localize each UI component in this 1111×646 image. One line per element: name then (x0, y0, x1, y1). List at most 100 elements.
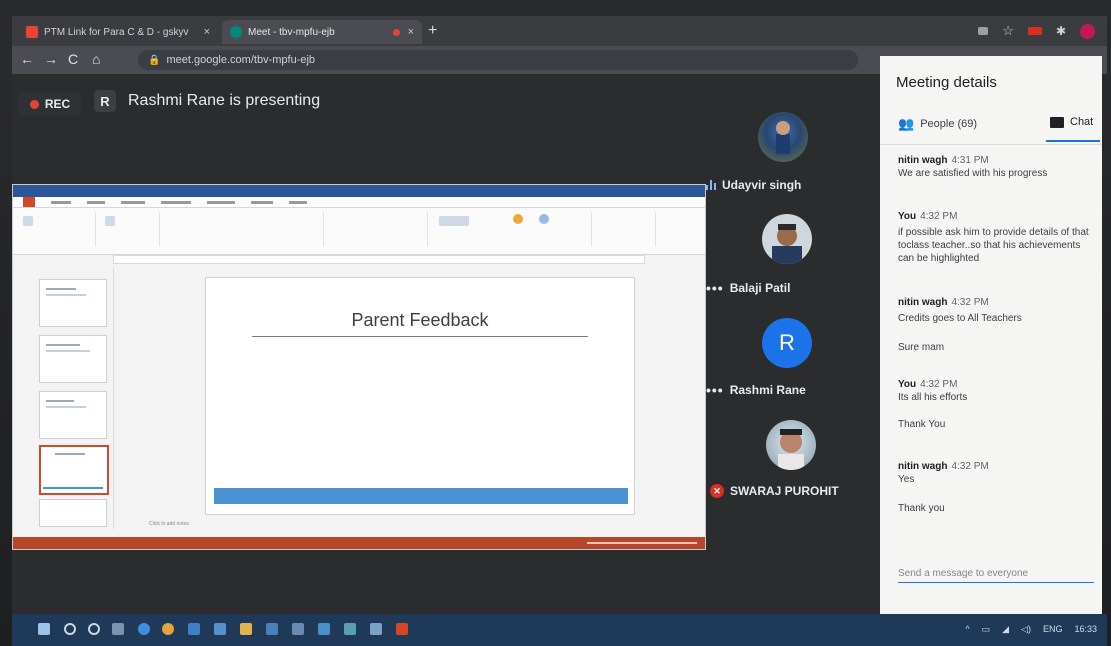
participant-name: Udayvir singh (722, 178, 802, 192)
ribbon-group (327, 212, 428, 246)
profile-avatar[interactable] (1080, 23, 1095, 39)
ppt-ribbon (13, 208, 705, 255)
person-photo-icon (772, 224, 802, 264)
tab-chat[interactable]: Chat (1050, 116, 1093, 128)
slide-thumbnail (39, 391, 107, 439)
chat-compose-input[interactable]: Send a message to everyone (898, 564, 1094, 583)
speaking-indicator-icon (706, 180, 716, 190)
home-icon[interactable]: ⌂ (92, 51, 100, 67)
tab-meet[interactable]: Meet - tbv-mpfu-ejb × (222, 20, 422, 44)
message-text: Credits goes to All Teachers (898, 313, 1022, 324)
back-icon[interactable]: ← (20, 51, 34, 67)
more-options-icon[interactable]: ••• (706, 280, 724, 296)
participant-name-balaji: ••• Balaji Patil (706, 280, 790, 296)
star-icon[interactable]: ☆ (1002, 23, 1014, 39)
message-text: We are satisfied with his progress (898, 168, 1048, 179)
file-explorer-icon[interactable] (240, 623, 252, 635)
chat-message: nitin wagh 4:32 PM Credits goes to All Te… (898, 296, 1096, 354)
chat-label: Chat (1070, 116, 1094, 128)
edge-icon[interactable] (138, 623, 150, 635)
slide-title-underline (252, 336, 588, 337)
browser-tab-strip: PTM Link for Para C & D - gskyv × Meet -… (12, 16, 1107, 46)
ppt-file-tab (23, 197, 35, 207)
rec-label: REC (44, 97, 71, 111)
language-indicator[interactable]: ENG (1043, 624, 1063, 635)
url-field[interactable]: 🔒 meet.google.com/tbv-mpfu-ejb (138, 50, 858, 70)
camera-icon[interactable] (978, 27, 989, 35)
message-text: Sure mam (898, 342, 945, 353)
screen-photo: PTM Link for Para C & D - gskyv × Meet -… (0, 0, 1111, 646)
windows-taskbar: ^ ▭ ◢ ◁) ENG 16:33 (12, 614, 1107, 646)
app-icon[interactable] (370, 623, 382, 635)
extension-icon[interactable] (1027, 27, 1042, 35)
tab-people[interactable]: 👥 People (69) (898, 116, 977, 132)
message-text: Its all his efforts (898, 392, 968, 403)
active-tab-indicator (1046, 140, 1100, 142)
message-time: 4:32 PM (920, 211, 958, 222)
panel-title: Meeting details (896, 74, 997, 91)
slide-thumbnail (39, 499, 107, 527)
ribbon-button (105, 216, 115, 226)
new-tab-icon[interactable]: + (428, 22, 437, 40)
clock[interactable]: 16:33 (1074, 624, 1097, 635)
participant-name-udayvir: Udayvir singh (706, 178, 801, 192)
divider (880, 144, 1102, 145)
mail-icon[interactable] (188, 623, 200, 635)
message-time: 4:32 PM (951, 461, 989, 472)
task-view-icon[interactable] (112, 623, 124, 635)
system-tray: ^ ▭ ◢ ◁) ENG 16:33 (965, 624, 1097, 635)
battery-icon[interactable]: ▭ (982, 624, 991, 635)
person-photo-icon (776, 121, 790, 154)
chrome-icon[interactable] (162, 623, 174, 635)
ppt-ribbon-tabs (13, 197, 705, 208)
tab-label: PTM Link for Para C & D - gskyv (43, 26, 189, 38)
app-icon[interactable] (266, 623, 278, 635)
message-sender: nitin wagh (898, 461, 948, 472)
participant-avatar-rashmi: R (762, 318, 812, 368)
url-text: meet.google.com/tbv-mpfu-ejb (166, 54, 316, 66)
volume-icon[interactable]: ◁) (1021, 624, 1031, 635)
shared-screen-powerpoint: Parent Feedback Click to add notes (12, 184, 706, 550)
windows-start-icon[interactable] (38, 623, 50, 635)
slide-title: Parent Feedback (351, 310, 489, 330)
recording-badge: REC (18, 92, 82, 116)
cortana-icon[interactable] (88, 623, 100, 635)
slide-thumbnails (17, 267, 114, 529)
ppt-tab (161, 200, 191, 204)
chat-icon (1050, 116, 1064, 128)
reload-icon[interactable]: C (68, 51, 78, 67)
lock-icon: 🔒 (148, 54, 161, 66)
slide-thumbnail-selected (39, 445, 109, 495)
network-icon[interactable]: ◢ (1002, 624, 1009, 635)
search-icon[interactable] (64, 623, 76, 635)
ppt-titlebar (13, 185, 705, 197)
app-icon[interactable] (344, 623, 356, 635)
forward-icon[interactable]: → (44, 51, 58, 67)
participant-name: Balaji Patil (729, 281, 791, 295)
ppt-tab (207, 200, 235, 204)
ppt-tab (251, 200, 273, 204)
zoom-slider (587, 542, 697, 544)
avatar-initial: R (779, 330, 795, 355)
more-options-icon[interactable]: ••• (706, 382, 724, 398)
powerpoint-taskbar-icon[interactable] (396, 623, 408, 635)
slide-thumbnail (39, 335, 107, 383)
ribbon-group (595, 212, 656, 246)
close-icon[interactable]: × (408, 26, 414, 38)
ribbon-button (439, 216, 469, 226)
app-icon[interactable] (318, 623, 330, 635)
app-icon[interactable] (292, 623, 304, 635)
meet-stage: REC R Rashmi Rane is presenting Parent F… (12, 74, 880, 614)
close-icon[interactable]: × (204, 26, 210, 38)
presenter-banner: R Rashmi Rane is presenting (94, 90, 320, 112)
message-sender: You (898, 379, 917, 390)
meeting-details-panel: Meeting details 👥 People (69) Chat nitin… (880, 56, 1102, 614)
tray-chevron-icon[interactable]: ^ (965, 624, 969, 635)
store-icon[interactable] (214, 623, 226, 635)
participant-avatar-swaraj (766, 420, 816, 470)
people-icon: 👥 (898, 116, 915, 131)
puzzle-icon[interactable]: ✱ (1056, 24, 1066, 38)
ppt-tab (289, 200, 307, 204)
tab-gmail[interactable]: PTM Link for Para C & D - gskyv × (18, 20, 218, 44)
participant-avatar-udayvir (758, 112, 808, 162)
